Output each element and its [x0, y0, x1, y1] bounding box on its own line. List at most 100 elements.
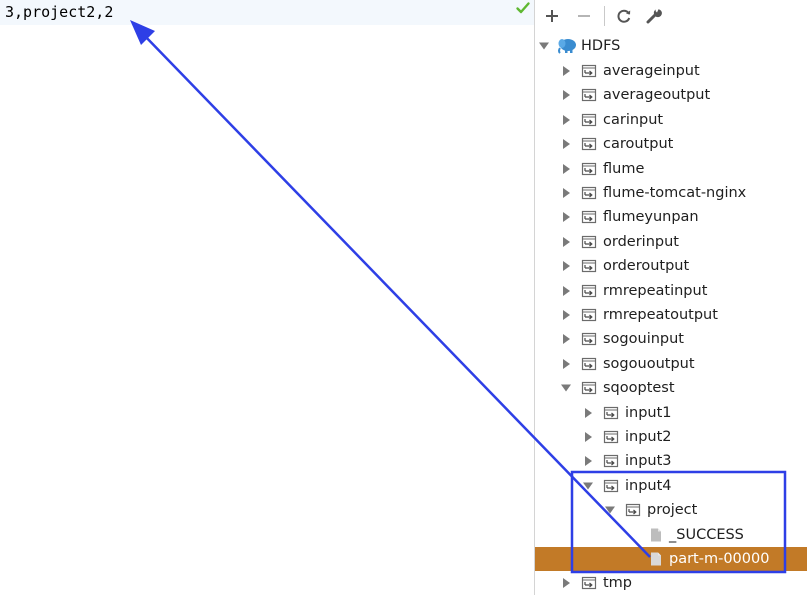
hadoop-elephant-icon: [558, 39, 576, 54]
expanded-arrow-icon[interactable]: [583, 481, 593, 491]
tree-item-label: tmp: [603, 575, 633, 592]
file-icon: [651, 552, 661, 566]
collapsed-arrow-icon[interactable]: [561, 285, 571, 296]
hdfs-folder-icon: [603, 455, 619, 468]
tree-folder-item[interactable]: flume-tomcat-nginx: [535, 181, 807, 205]
tree-folder-item[interactable]: project: [535, 498, 807, 522]
hdfs-folder-icon: [603, 430, 619, 444]
collapsed-arrow-icon[interactable]: [583, 456, 593, 467]
tree-folder-item[interactable]: rmrepeatoutput: [535, 303, 807, 327]
file-icon: [651, 528, 661, 542]
tool-window-toolbar: [535, 0, 807, 32]
remove-button[interactable]: [573, 5, 595, 27]
collapsed-arrow-icon[interactable]: [561, 163, 571, 174]
tree-item-label: input1: [625, 404, 672, 421]
hdfs-folder-icon: [581, 138, 597, 151]
tree-folder-item[interactable]: flumeyunpan: [535, 205, 807, 229]
tree-item-label: part-m-00000: [669, 551, 770, 567]
hdfs-folder-icon: [581, 89, 597, 102]
collapsed-arrow-icon[interactable]: [561, 188, 571, 198]
plus-icon: [546, 10, 558, 22]
tree-folder-item[interactable]: tmp: [535, 571, 807, 595]
collapsed-arrow-icon[interactable]: [561, 578, 571, 589]
hdfs-folder-icon: [603, 479, 619, 492]
collapsed-arrow-icon[interactable]: [561, 212, 571, 223]
hdfs-folder-icon: [581, 260, 597, 273]
tree-item-label: averageinput: [603, 63, 700, 79]
minus-icon: [578, 15, 590, 17]
tree-folder-item[interactable]: input2: [535, 425, 807, 449]
tree-folder-item[interactable]: caroutput: [535, 132, 807, 156]
hdfs-folder-icon: [625, 504, 641, 517]
hdfs-folder-icon: [581, 162, 597, 175]
collapsed-arrow-icon[interactable]: [561, 310, 571, 320]
tree-item-label: sqooptest: [603, 380, 675, 397]
tree-item-label: project: [647, 502, 698, 519]
tree-item-label: input4: [625, 477, 672, 494]
tree-item-label: orderoutput: [603, 258, 690, 275]
tree-item-label: sogououtput: [603, 355, 695, 372]
tree-item-label: carinput: [603, 111, 664, 128]
collapsed-arrow-icon[interactable]: [561, 358, 571, 369]
editor-pane[interactable]: 3,project2,2: [0, 0, 534, 595]
tree-item-label: caroutput: [603, 136, 674, 153]
hdfs-folder-icon: [581, 308, 597, 322]
tree-folder-item[interactable]: input1: [535, 401, 807, 425]
hdfs-folder-icon: [581, 284, 597, 297]
collapsed-arrow-icon[interactable]: [583, 432, 593, 442]
settings-button[interactable]: [643, 5, 665, 27]
hdfs-folder-icon: [603, 406, 619, 419]
tree-folder-item[interactable]: averageoutput: [535, 83, 807, 107]
tree-item-label: flume-tomcat-nginx: [603, 185, 747, 201]
collapsed-arrow-icon[interactable]: [561, 261, 571, 272]
expanded-arrow-icon[interactable]: [539, 41, 549, 51]
tree-item-label: _SUCCESS: [669, 526, 744, 543]
collapsed-arrow-icon[interactable]: [561, 66, 571, 76]
hdfs-folder-icon: [581, 333, 597, 346]
hdfs-folder-icon: [581, 211, 597, 224]
refresh-icon: [617, 9, 631, 23]
collapsed-arrow-icon[interactable]: [583, 407, 593, 418]
ide-window: 3,project2,2 HDFS averageinput averageou…: [0, 0, 807, 595]
hdfs-folder-icon: [581, 357, 597, 370]
tree-item-label: HDFS: [581, 38, 621, 54]
tree-folder-item[interactable]: carinput: [535, 108, 807, 132]
tree-folder-item[interactable]: sogouinput: [535, 327, 807, 351]
tree-folder-item[interactable]: input4: [535, 474, 807, 498]
tree-item-label: averageoutput: [603, 87, 711, 104]
hdfs-tool-window: HDFS averageinput averageoutput carinput ca…: [535, 0, 807, 595]
tree-folder-item[interactable]: sogououtput: [535, 352, 807, 376]
hdfs-folder-icon: [581, 64, 597, 78]
tree-folder-item[interactable]: orderoutput: [535, 254, 807, 278]
tree-file-item[interactable]: part-m-00000: [535, 547, 807, 571]
hdfs-folder-icon: [581, 577, 597, 590]
collapsed-arrow-icon[interactable]: [561, 114, 571, 125]
tree-item-label: rmrepeatoutput: [603, 307, 718, 323]
wrench-icon: [646, 9, 662, 24]
hdfs-folder-icon: [581, 113, 597, 126]
tree-folder-item[interactable]: orderinput: [535, 230, 807, 254]
tree-folder-item[interactable]: flume: [535, 157, 807, 181]
expanded-arrow-icon[interactable]: [561, 383, 571, 393]
collapsed-arrow-icon[interactable]: [561, 139, 571, 150]
add-button[interactable]: [541, 5, 563, 27]
tree-item-label: flumeyunpan: [603, 209, 699, 226]
collapsed-arrow-icon[interactable]: [561, 90, 571, 101]
tree-item-label: rmrepeatinput: [603, 282, 708, 299]
tree-item-label: input2: [625, 429, 672, 445]
expanded-arrow-icon[interactable]: [605, 505, 615, 515]
collapsed-arrow-icon[interactable]: [561, 334, 571, 345]
tree-item-label: orderinput: [603, 233, 679, 250]
tree-root-hdfs[interactable]: HDFS: [535, 34, 807, 58]
tree-item-label: flume: [603, 160, 645, 177]
editor-line-text[interactable]: 3,project2,2: [5, 3, 113, 21]
tree-folder-item[interactable]: input3: [535, 449, 807, 473]
tree-folder-item[interactable]: rmrepeatinput: [535, 279, 807, 303]
tree-folder-item[interactable]: averageinput: [535, 59, 807, 83]
refresh-button[interactable]: [613, 5, 635, 27]
hdfs-folder-icon: [581, 235, 597, 248]
tree-folder-item[interactable]: sqooptest: [535, 376, 807, 400]
tree-file-item[interactable]: _SUCCESS: [535, 523, 807, 547]
tree-item-label: sogouinput: [603, 331, 684, 348]
collapsed-arrow-icon[interactable]: [561, 236, 571, 247]
